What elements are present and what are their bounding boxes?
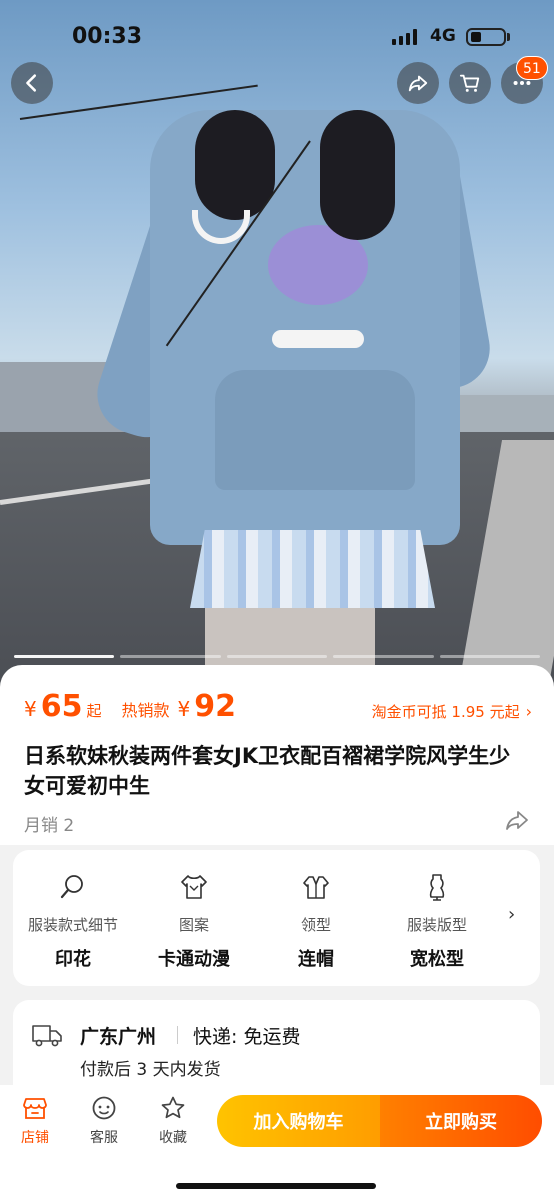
battery-icon xyxy=(466,28,506,46)
attribute-item[interactable]: 服装版型 宽松型 xyxy=(377,872,497,971)
attributes-card[interactable]: 服装款式细节 印花 图案 卡通动漫 领型 连帽 服装版型 宽松型 › xyxy=(13,850,540,986)
service-tab[interactable]: 客服 xyxy=(80,1095,128,1147)
attribute-label: 服装版型 xyxy=(406,916,467,934)
attribute-item[interactable]: 领型 连帽 xyxy=(256,872,376,971)
shirt-pattern-icon xyxy=(181,875,207,899)
hot-currency-symbol: ¥ xyxy=(177,697,191,721)
attribute-label: 图案 xyxy=(178,916,209,934)
buy-now-button[interactable]: 立即购买 xyxy=(380,1095,542,1147)
tab-label: 客服 xyxy=(90,1130,118,1146)
delivery-time: 付款后 3 天内发货 xyxy=(80,1060,221,1080)
attribute-item[interactable]: 服装款式细节 印花 xyxy=(13,872,133,971)
hoodie-print-badge xyxy=(272,330,364,348)
carousel-dot[interactable] xyxy=(14,655,115,658)
tab-label: 店铺 xyxy=(21,1130,49,1146)
status-time: 00:33 xyxy=(72,24,143,49)
ship-from-location: 广东广州 xyxy=(80,1026,157,1048)
price-suffix: 起 xyxy=(86,702,102,720)
service-icon xyxy=(92,1096,116,1120)
hot-price: 92 xyxy=(194,689,236,724)
hoodie-pocket xyxy=(215,370,415,490)
price: 65 xyxy=(40,689,83,724)
chevron-left-icon xyxy=(26,74,37,92)
network-type: 4G xyxy=(430,26,456,46)
magnifier-icon xyxy=(60,875,83,899)
store-icon xyxy=(23,1098,47,1119)
add-to-cart-button[interactable]: 加入购物车 xyxy=(217,1095,380,1147)
attribute-value: 连帽 xyxy=(298,949,334,970)
product-detail-page: 00:33 4G 51 ¥ 65 起 热销款 ¥ 92 淘金币可抵 1.95 元… xyxy=(0,0,554,1200)
product-title: 日系软妹秋装两件套女JK卫衣配百褶裙学院风学生少女可爱初中生 xyxy=(24,744,511,798)
share-button[interactable] xyxy=(397,62,439,104)
divider xyxy=(177,1026,178,1044)
back-button[interactable] xyxy=(11,62,53,104)
star-icon xyxy=(161,1096,185,1119)
attribute-value: 印花 xyxy=(55,949,91,970)
carousel-indicator xyxy=(14,655,541,658)
attribute-value: 宽松型 xyxy=(410,949,464,970)
chevron-right-icon: › xyxy=(525,702,532,721)
store-tab[interactable]: 店铺 xyxy=(11,1095,59,1147)
attribute-label: 领型 xyxy=(300,916,331,934)
currency-symbol: ¥ xyxy=(24,697,37,721)
cart-icon xyxy=(459,74,480,92)
carousel-dot[interactable] xyxy=(333,655,434,658)
collar-icon xyxy=(303,876,329,899)
carousel-dot[interactable] xyxy=(439,655,541,658)
coin-discount-link[interactable]: 淘金币可抵 1.95 元起 › xyxy=(372,701,532,722)
hot-label: 热销款 xyxy=(121,701,170,720)
attribute-label: 服装款式细节 xyxy=(27,916,118,934)
shipping-card[interactable]: 广东广州 快递: 免运费 付款后 3 天内发货 xyxy=(13,1000,540,1095)
favorite-tab[interactable]: 收藏 xyxy=(149,1095,197,1147)
dress-form-icon xyxy=(429,874,445,901)
product-info-card: ¥ 65 起 热销款 ¥ 92 淘金币可抵 1.95 元起 › 日系软妹秋装两件… xyxy=(0,665,554,845)
monthly-sales: 月销 2 xyxy=(24,816,75,836)
shipping-fee: 快递: 免运费 xyxy=(193,1026,301,1048)
share-icon xyxy=(408,75,428,92)
carousel-dot[interactable] xyxy=(120,655,221,658)
plaid-skirt xyxy=(190,530,435,608)
model-hair xyxy=(320,110,395,240)
status-bar: 00:33 4G xyxy=(0,0,554,70)
battery-tip xyxy=(507,33,510,41)
model-hair xyxy=(195,110,275,220)
price-row: ¥ 65 起 热销款 ¥ 92 xyxy=(24,689,236,724)
chevron-right-icon[interactable]: › xyxy=(508,904,515,925)
truck-icon xyxy=(32,1025,62,1047)
tab-label: 收藏 xyxy=(159,1130,187,1146)
attribute-value: 卡通动漫 xyxy=(158,949,230,970)
cart-count-badge: 51 xyxy=(516,56,548,80)
home-indicator xyxy=(176,1183,376,1189)
share-icon[interactable] xyxy=(504,809,530,831)
cart-button[interactable] xyxy=(449,62,491,104)
attribute-item[interactable]: 图案 卡通动漫 xyxy=(134,872,254,971)
signal-icon xyxy=(392,29,417,45)
carousel-dot[interactable] xyxy=(226,655,328,658)
coin-discount-text: 淘金币可抵 1.95 元起 xyxy=(371,703,520,721)
